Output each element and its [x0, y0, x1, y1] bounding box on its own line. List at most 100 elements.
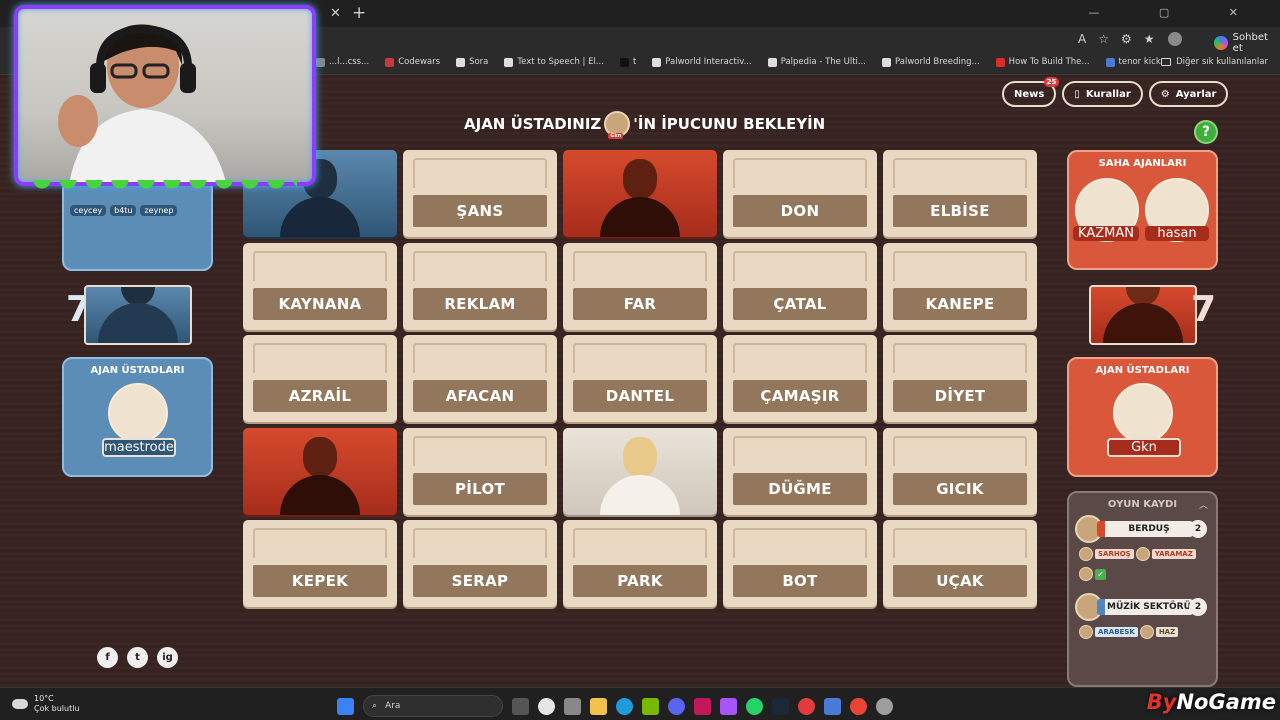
whatsapp-icon[interactable]: [746, 697, 763, 715]
word-card[interactable]: GICIK: [883, 427, 1037, 515]
instagram-icon[interactable]: ig: [157, 647, 178, 668]
file-explorer-icon[interactable]: [590, 697, 607, 715]
bookmark-favicon: [316, 57, 325, 67]
card-word: PARK: [573, 565, 707, 597]
word-card[interactable]: KAYNANA: [243, 242, 397, 330]
bookmark-label: Text to Speech | El...: [517, 57, 604, 67]
edge-icon[interactable]: [616, 697, 633, 715]
word-card[interactable]: ÇAMAŞIR: [723, 335, 877, 422]
log-guesses: ARABESK HAZ: [1079, 625, 1179, 639]
window-controls[interactable]: — ▢ ✕: [1088, 6, 1266, 19]
card-word: GICIK: [893, 472, 1027, 505]
bookmark-item[interactable]: Palworld Interactiv...: [652, 57, 752, 67]
word-card[interactable]: DÜĞME: [723, 427, 877, 515]
word-card[interactable]: DON: [723, 150, 877, 237]
clue-number: 2: [1189, 520, 1207, 538]
task-view-icon[interactable]: [512, 697, 529, 715]
word-card[interactable]: ELBİSE: [883, 150, 1037, 237]
card-frame: [893, 528, 1027, 558]
steam-icon[interactable]: [772, 697, 789, 715]
close-tab-icon[interactable]: ✕: [330, 6, 341, 21]
copilot-app-icon[interactable]: [720, 697, 737, 715]
settings-icon[interactable]: [876, 697, 893, 715]
card-frame: [733, 343, 867, 373]
bookmark-label: Palpedia - The Ulti...: [780, 57, 866, 67]
other-bookmarks-label: Diğer sık kullanılanlar: [1176, 57, 1268, 67]
bookmark-item[interactable]: tenor kick: [1105, 57, 1161, 67]
card-word: UÇAK: [893, 565, 1027, 597]
bookmark-item[interactable]: Palpedia - The Ulti...: [767, 57, 866, 67]
app-icon[interactable]: [694, 697, 711, 715]
nvidia-icon[interactable]: [642, 697, 659, 715]
word-card[interactable]: BOT: [723, 520, 877, 607]
agent-illustration: [280, 436, 360, 515]
revealed-card-neutral[interactable]: [563, 427, 717, 515]
new-tab-icon[interactable]: +: [352, 3, 366, 23]
log-clue: MÜZİK SEKTÖRÜ 2: [1075, 593, 1211, 621]
blue-spymasters-panel: AJAN ÜSTADLARI maestrode: [62, 357, 213, 477]
taskbar: 10°C Çok bulutlu ⌕ Ara ByNoGame: [0, 687, 1280, 720]
chatgpt-icon[interactable]: [538, 697, 555, 715]
card-word: DANTEL: [573, 380, 707, 412]
discord-icon[interactable]: [668, 697, 685, 715]
card-word: ELBİSE: [893, 195, 1027, 227]
start-icon[interactable]: [337, 697, 354, 715]
profile-avatar[interactable]: [1168, 32, 1182, 46]
extensions-icon[interactable]: ⚙: [1121, 32, 1132, 46]
weather-widget[interactable]: 10°C Çok bulutlu: [12, 694, 80, 714]
bookmark-icon: ▯: [1074, 88, 1080, 100]
guess-word: YARAMAZ: [1151, 549, 1196, 559]
bookmark-item[interactable]: Text to Speech | El...: [504, 57, 604, 67]
copilot-button[interactable]: Sohbet et: [1214, 32, 1280, 54]
word-card[interactable]: KEPEK: [243, 520, 397, 607]
favorite-star-icon[interactable]: ☆: [1098, 32, 1109, 46]
bookmark-item[interactable]: Codewars: [385, 57, 440, 67]
favorites-icon[interactable]: ★: [1144, 32, 1155, 46]
rules-button[interactable]: ▯ Kurallar: [1062, 81, 1143, 107]
bookmark-item[interactable]: t: [619, 57, 636, 67]
help-button[interactable]: ?: [1194, 120, 1218, 144]
card-word: SERAP: [413, 565, 547, 597]
word-card[interactable]: DİYET: [883, 335, 1037, 422]
app-icon[interactable]: [798, 697, 815, 715]
player-avatar: [1135, 547, 1150, 561]
twitter-icon[interactable]: t: [127, 647, 148, 668]
red-spymasters-panel: AJAN ÜSTADLARI Gkn: [1067, 357, 1218, 477]
log-guesses: SARHOŞ YARAMAZ: [1079, 547, 1196, 561]
bookmark-item[interactable]: ...l...css...: [316, 57, 369, 67]
word-card[interactable]: AZRAİL: [243, 335, 397, 422]
settings-button[interactable]: ⚙ Ayarlar: [1148, 81, 1229, 107]
bookmark-item[interactable]: How To Build The...: [995, 57, 1090, 67]
card-word: BOT: [733, 565, 867, 597]
card-word: DÜĞME: [733, 472, 867, 505]
bookmark-item[interactable]: Sora: [456, 57, 488, 67]
word-card[interactable]: KANEPE: [883, 242, 1037, 330]
word-card[interactable]: AFACAN: [403, 335, 557, 422]
chevron-up-icon[interactable]: ︿: [1199, 498, 1208, 511]
word-card[interactable]: DANTEL: [563, 335, 717, 422]
facebook-icon[interactable]: f: [97, 647, 118, 668]
chrome-icon[interactable]: [850, 697, 867, 715]
taskbar-search[interactable]: ⌕ Ara: [363, 695, 503, 717]
news-button[interactable]: News 25: [1002, 77, 1060, 107]
word-card[interactable]: SERAP: [403, 520, 557, 607]
revealed-card-red[interactable]: [563, 150, 717, 237]
word-card[interactable]: UÇAK: [883, 520, 1037, 607]
other-bookmarks[interactable]: Diğer sık kullanılanlar: [1161, 57, 1268, 67]
read-aloud-icon[interactable]: A: [1078, 32, 1086, 46]
clue-number: 2: [1189, 598, 1207, 616]
blue-operatives: ceycey b4tu zeynep: [70, 205, 178, 216]
revealed-card-red[interactable]: [243, 427, 397, 515]
word-card[interactable]: PİLOT: [403, 427, 557, 515]
word-card[interactable]: PARK: [563, 520, 717, 607]
app-icon[interactable]: [824, 697, 841, 715]
word-card[interactable]: ŞANS: [403, 150, 557, 237]
bookmark-item[interactable]: Palworld Breeding...: [882, 57, 980, 67]
word-card[interactable]: FAR: [563, 242, 717, 330]
card-word: ÇAMAŞIR: [733, 380, 867, 412]
app-icon[interactable]: [564, 697, 581, 715]
word-card[interactable]: ÇATAL: [723, 242, 877, 330]
player-avatar: [1139, 625, 1154, 639]
bookmark-label: Palworld Breeding...: [895, 57, 980, 67]
word-card[interactable]: REKLAM: [403, 242, 557, 330]
